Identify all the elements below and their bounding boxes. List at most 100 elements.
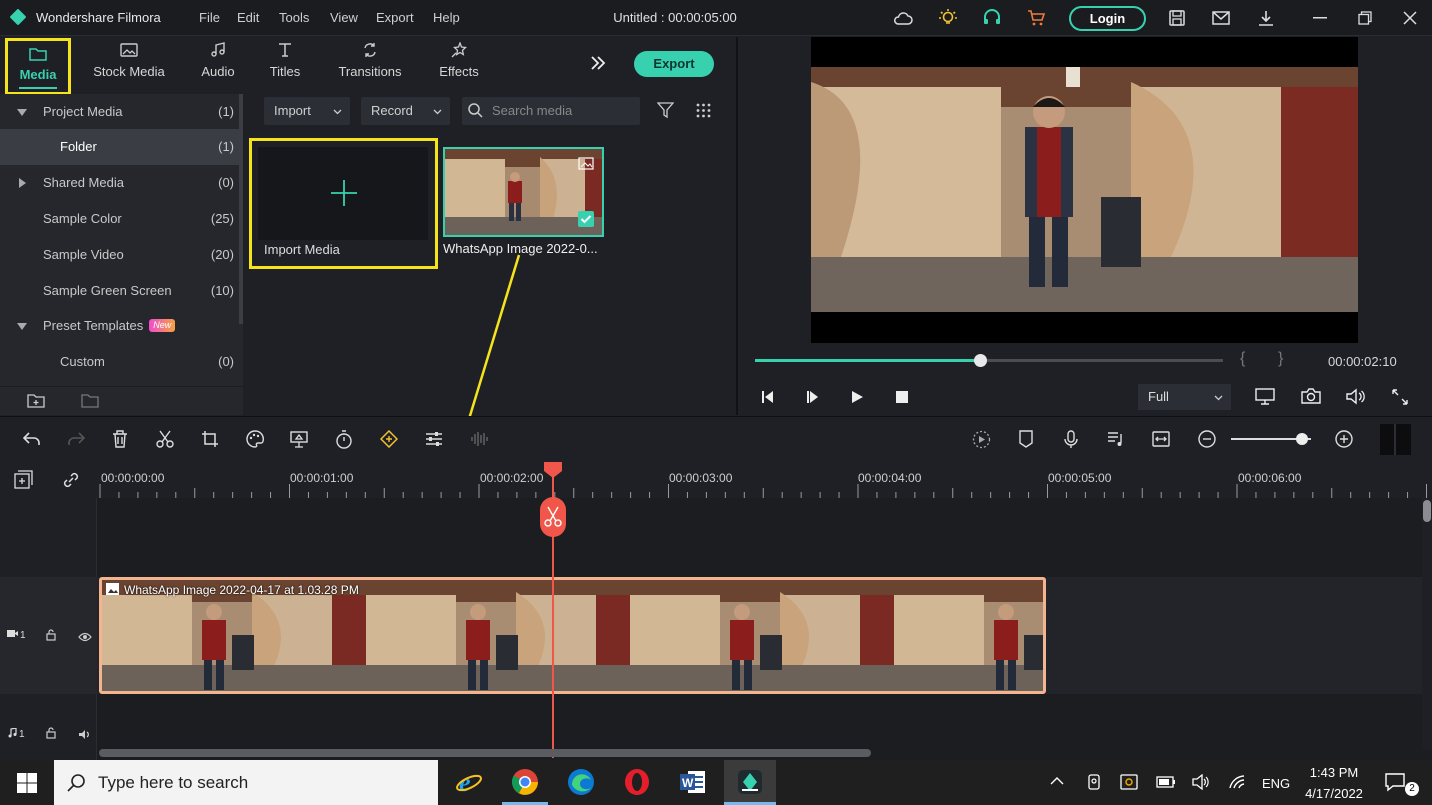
menu-tools[interactable]: Tools — [279, 10, 309, 25]
tab-transitions[interactable]: Transitions — [334, 40, 406, 79]
split-scissors-button[interactable] — [540, 497, 566, 537]
media-thumbnail-whatsapp-image[interactable] — [443, 147, 604, 237]
volume-icon[interactable] — [1192, 773, 1210, 793]
tree-item-project-media[interactable]: Project Media (1) — [0, 94, 243, 130]
fit-timeline-icon[interactable] — [1152, 431, 1170, 450]
snapshot-camera-icon[interactable] — [1301, 388, 1321, 407]
render-preview-icon[interactable] — [972, 430, 991, 452]
filter-icon[interactable] — [656, 102, 675, 122]
lightbulb-icon[interactable] — [938, 8, 958, 28]
tab-media[interactable]: Media — [5, 38, 71, 95]
clock-time[interactable]: 1:43 PM — [1303, 765, 1365, 780]
folder-outline-icon[interactable] — [81, 393, 99, 411]
color-palette-icon[interactable] — [246, 430, 264, 451]
speaker-icon[interactable] — [78, 728, 91, 743]
stop-icon[interactable] — [896, 391, 908, 406]
wifi-icon[interactable] — [1228, 774, 1246, 793]
menu-view[interactable]: View — [330, 10, 358, 25]
filmora-icon[interactable] — [736, 768, 764, 799]
tree-item-custom[interactable]: Custom (0) — [0, 344, 243, 380]
crop-icon[interactable] — [201, 430, 219, 451]
preview-quality-select[interactable]: Full — [1138, 384, 1231, 410]
tab-audio[interactable]: Audio — [196, 40, 240, 79]
speed-timer-icon[interactable] — [335, 430, 353, 452]
close-icon[interactable] — [1400, 8, 1420, 28]
microphone-icon[interactable] — [1063, 430, 1079, 452]
expand-arrow-icon[interactable] — [19, 178, 26, 188]
cloud-icon[interactable] — [893, 8, 913, 28]
lock-icon[interactable] — [46, 727, 56, 742]
delete-icon[interactable] — [112, 430, 128, 451]
previous-frame-icon[interactable] — [761, 390, 775, 407]
menu-export[interactable]: Export — [376, 10, 414, 25]
lock-icon[interactable] — [46, 629, 56, 644]
headset-icon[interactable] — [982, 8, 1002, 28]
download-icon[interactable] — [1256, 8, 1276, 28]
add-track-icon[interactable] — [14, 470, 33, 492]
login-button[interactable]: Login — [1069, 6, 1146, 31]
menu-file[interactable]: File — [199, 10, 220, 25]
export-button[interactable]: Export — [634, 51, 714, 77]
voiceover-list-icon[interactable] — [1107, 430, 1125, 451]
tree-item-sample-video[interactable]: Sample Video (20) — [0, 237, 243, 273]
cut-scissors-icon[interactable] — [156, 430, 174, 451]
layout-panel-icon[interactable] — [1380, 424, 1411, 455]
link-icon[interactable] — [62, 471, 80, 492]
zoom-out-icon[interactable] — [1198, 430, 1216, 451]
adjust-sliders-icon[interactable] — [425, 430, 443, 451]
menu-help[interactable]: Help — [433, 10, 460, 25]
tree-item-folder[interactable]: Folder (1) — [0, 129, 243, 165]
tree-item-sample-color[interactable]: Sample Color (25) — [0, 201, 243, 237]
grid-view-icon[interactable] — [696, 103, 711, 121]
redo-icon[interactable] — [67, 431, 86, 450]
save-icon[interactable] — [1167, 8, 1187, 28]
audio-waveform-icon[interactable] — [470, 430, 490, 451]
windows-start-icon[interactable] — [17, 773, 37, 796]
tree-item-shared-media[interactable]: Shared Media (0) — [0, 165, 243, 201]
notifications-icon[interactable] — [1384, 772, 1406, 795]
keyframe-icon[interactable] — [379, 429, 399, 451]
more-tabs-icon[interactable] — [589, 54, 607, 75]
minimize-icon[interactable] — [1310, 8, 1330, 28]
clock-date[interactable]: 4/17/2022 — [1300, 786, 1368, 801]
battery-icon[interactable] — [1156, 776, 1176, 791]
fullscreen-icon[interactable] — [1392, 389, 1408, 408]
search-media-input[interactable]: Search media — [462, 97, 640, 125]
expand-arrow-icon[interactable] — [17, 109, 27, 116]
tree-item-sample-green-screen[interactable]: Sample Green Screen (10) — [0, 273, 243, 309]
mark-in-icon[interactable]: { — [1240, 350, 1245, 368]
tree-scrollbar[interactable] — [239, 94, 243, 324]
show-hidden-icons-icon[interactable] — [1050, 774, 1064, 789]
volume-icon[interactable] — [1346, 388, 1366, 408]
taskbar-search-box[interactable]: Type here to search — [54, 760, 438, 805]
menu-edit[interactable]: Edit — [237, 10, 259, 25]
opera-icon[interactable] — [623, 768, 651, 799]
language-indicator[interactable]: ENG — [1262, 776, 1290, 791]
timeline-vertical-scrollbar[interactable] — [1423, 500, 1431, 522]
undo-icon[interactable] — [22, 431, 41, 450]
eye-icon[interactable] — [78, 630, 92, 645]
playhead-handle[interactable] — [543, 461, 563, 482]
display-icon[interactable] — [1255, 388, 1275, 408]
playback-progress-knob[interactable] — [973, 354, 987, 367]
marker-icon[interactable] — [1018, 430, 1034, 451]
restore-icon[interactable] — [1355, 8, 1375, 28]
timeline-horizontal-scrollbar[interactable] — [99, 749, 871, 757]
internet-explorer-icon[interactable]: e — [455, 768, 483, 799]
new-folder-icon[interactable] — [27, 393, 45, 411]
cart-icon[interactable] — [1026, 8, 1046, 28]
record-dropdown[interactable]: Record — [361, 97, 450, 125]
tree-item-preset-templates[interactable]: Preset Templates New — [0, 308, 243, 344]
mail-icon[interactable] — [1211, 8, 1231, 28]
mark-out-icon[interactable]: } — [1278, 350, 1283, 368]
import-dropdown[interactable]: Import — [264, 97, 350, 125]
expand-arrow-icon[interactable] — [17, 323, 27, 330]
edge-icon[interactable] — [567, 768, 595, 799]
tab-effects[interactable]: Effects — [436, 40, 482, 79]
zoom-slider-knob[interactable] — [1296, 433, 1308, 445]
next-frame-icon[interactable] — [806, 390, 820, 407]
tab-stock-media[interactable]: Stock Media — [90, 40, 168, 79]
meet-now-icon[interactable] — [1086, 773, 1102, 794]
update-notification-icon[interactable] — [1120, 773, 1138, 794]
green-screen-icon[interactable] — [290, 430, 308, 451]
